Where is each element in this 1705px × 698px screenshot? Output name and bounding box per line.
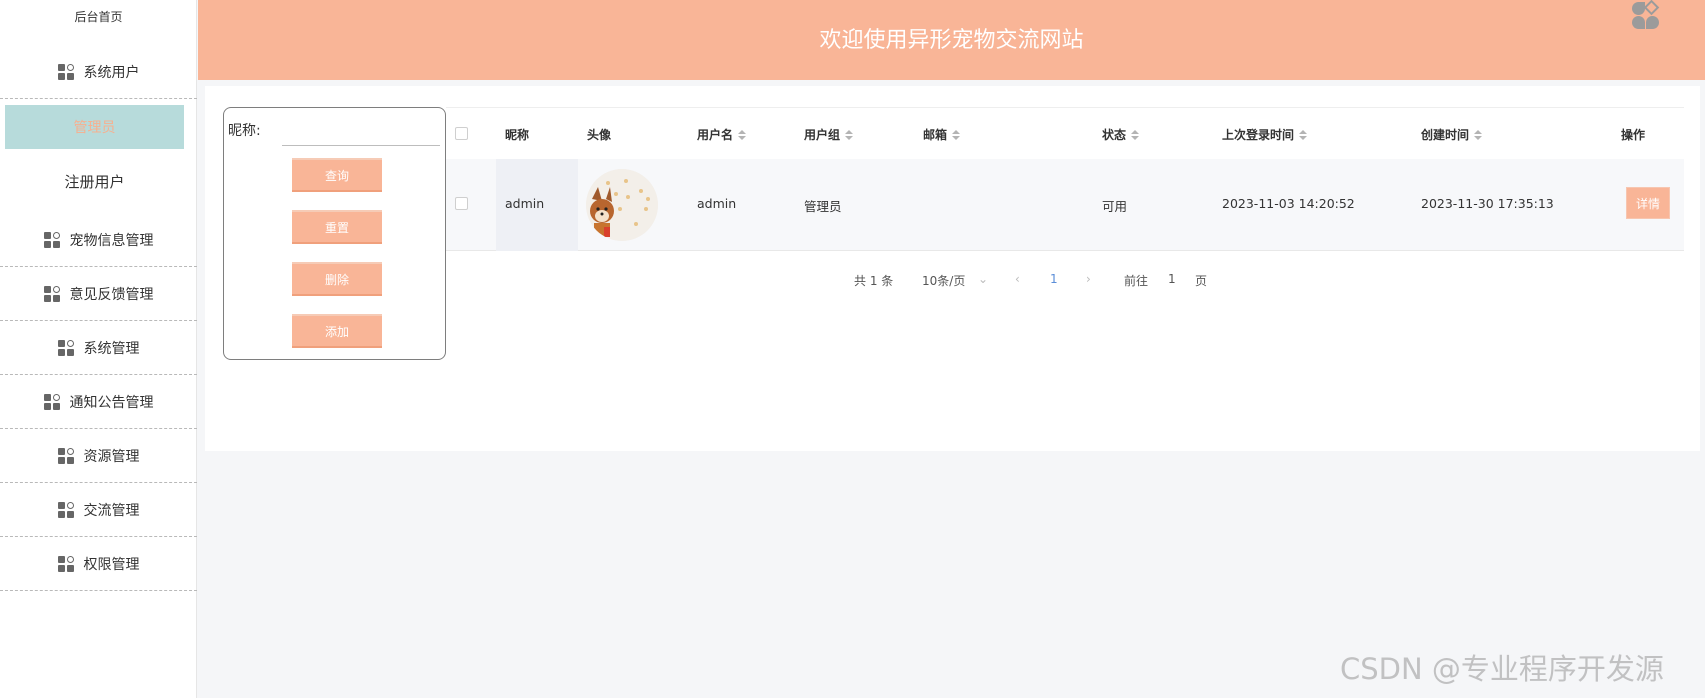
cell-group: 管理员 [804, 199, 842, 214]
grid-icon [57, 447, 74, 464]
column-header-group[interactable]: 用户组 [804, 126, 854, 143]
row-checkbox[interactable] [455, 197, 468, 210]
cell-nickname: admin [505, 196, 545, 211]
cell-username: admin [697, 196, 737, 211]
sort-icon[interactable] [1474, 130, 1483, 140]
sidebar-item-label: 系统管理 [83, 340, 140, 357]
dog-avatar [586, 169, 658, 241]
column-header-created[interactable]: 创建时间 [1421, 126, 1483, 143]
sidebar-item-notice[interactable]: 通知公告管理 [0, 375, 197, 429]
table-header: 昵称 头像 用户名 用户组 邮箱 状态 上次登录时间 创建时间 操作 [446, 107, 1684, 159]
column-header-actions: 操作 [1621, 128, 1646, 142]
top-header: 欢迎使用异形宠物交流网站 [198, 0, 1705, 80]
sidebar-subitem-admin[interactable]: 管理员 [5, 105, 184, 149]
watermark: CSDN @专业程序开发源 [1340, 652, 1664, 686]
table-row: admin admin 管理员 可用 2023-11-03 14:20:52 2… [446, 159, 1684, 251]
sidebar-home-link[interactable]: 后台首页 [0, 8, 197, 25]
column-header-avatar: 头像 [587, 128, 612, 142]
sidebar-item-label: 意见反馈管理 [69, 286, 154, 303]
page-number-current[interactable]: 1 [1050, 272, 1058, 286]
sidebar-item-label: 通知公告管理 [69, 394, 154, 411]
sidebar-item-exchange[interactable]: 交流管理 [0, 483, 197, 537]
nickname-label: 昵称: [228, 123, 261, 139]
sort-icon[interactable] [845, 130, 854, 140]
grid-icon [43, 285, 60, 302]
goto-label: 前往 [1124, 274, 1149, 288]
grid-icon [57, 339, 74, 356]
grid-icon [57, 501, 74, 518]
sidebar-item-label: 交流管理 [83, 502, 140, 519]
reset-button[interactable]: 重置 [292, 210, 382, 244]
detail-button[interactable]: 详情 [1626, 187, 1670, 219]
nickname-search-input[interactable] [282, 116, 440, 146]
sidebar-item-label: 宠物信息管理 [69, 232, 154, 249]
grid-icon [57, 63, 74, 80]
cell-status: 可用 [1102, 199, 1128, 214]
grid-icon [43, 231, 60, 248]
grid-icon [43, 393, 60, 410]
column-header-username[interactable]: 用户名 [697, 126, 747, 143]
sidebar-item-permissions[interactable]: 权限管理 [0, 537, 197, 591]
sort-icon[interactable] [952, 130, 961, 140]
sidebar-item-label: 权限管理 [83, 556, 140, 573]
sidebar-subitem-registered-users[interactable]: 注册用户 [5, 159, 184, 203]
sort-icon[interactable] [738, 130, 747, 140]
page-suffix-label: 页 [1195, 274, 1208, 288]
page-size-select[interactable]: 10条/页 [922, 272, 965, 289]
delete-button[interactable]: 删除 [292, 262, 382, 296]
pagination-total: 共 1 条 [854, 274, 894, 288]
cell-last-login: 2023-11-03 14:20:52 [1222, 196, 1355, 211]
sidebar-item-pet-info[interactable]: 宠物信息管理 [0, 213, 197, 267]
logo-icon[interactable] [1630, 0, 1660, 32]
sidebar-item-label: 资源管理 [83, 448, 140, 465]
sort-icon[interactable] [1131, 130, 1140, 140]
add-button[interactable]: 添加 [292, 314, 382, 348]
goto-page-input[interactable]: 1 [1168, 272, 1176, 286]
search-panel: 昵称: 查询 重置 删除 添加 [223, 107, 446, 360]
query-button[interactable]: 查询 [292, 158, 382, 192]
select-all-checkbox[interactable] [455, 127, 468, 140]
sidebar: 后台首页 系统用户 管理员 注册用户 宠物信息管理 意见反馈管理 系统管理 通知… [0, 0, 197, 698]
sidebar-item-system[interactable]: 系统管理 [0, 321, 197, 375]
sidebar-item-label: 系统用户 [83, 64, 140, 81]
sidebar-item-feedback[interactable]: 意见反馈管理 [0, 267, 197, 321]
column-header-email[interactable]: 邮箱 [923, 126, 961, 143]
cell-created: 2023-11-30 17:35:13 [1421, 196, 1554, 211]
sidebar-item-resources[interactable]: 资源管理 [0, 429, 197, 483]
site-title: 欢迎使用异形宠物交流网站 [819, 28, 1084, 53]
grid-icon [57, 555, 74, 572]
sidebar-item-system-users[interactable]: 系统用户 [0, 45, 197, 99]
column-header-last-login[interactable]: 上次登录时间 [1222, 126, 1308, 143]
column-header-status[interactable]: 状态 [1102, 126, 1140, 143]
sort-icon[interactable] [1299, 130, 1308, 140]
chevron-down-icon[interactable]: ⌄ [978, 272, 988, 286]
column-header-nickname: 昵称 [505, 128, 530, 142]
prev-page-icon[interactable]: ‹ [1015, 272, 1020, 286]
next-page-icon[interactable]: › [1086, 272, 1091, 286]
